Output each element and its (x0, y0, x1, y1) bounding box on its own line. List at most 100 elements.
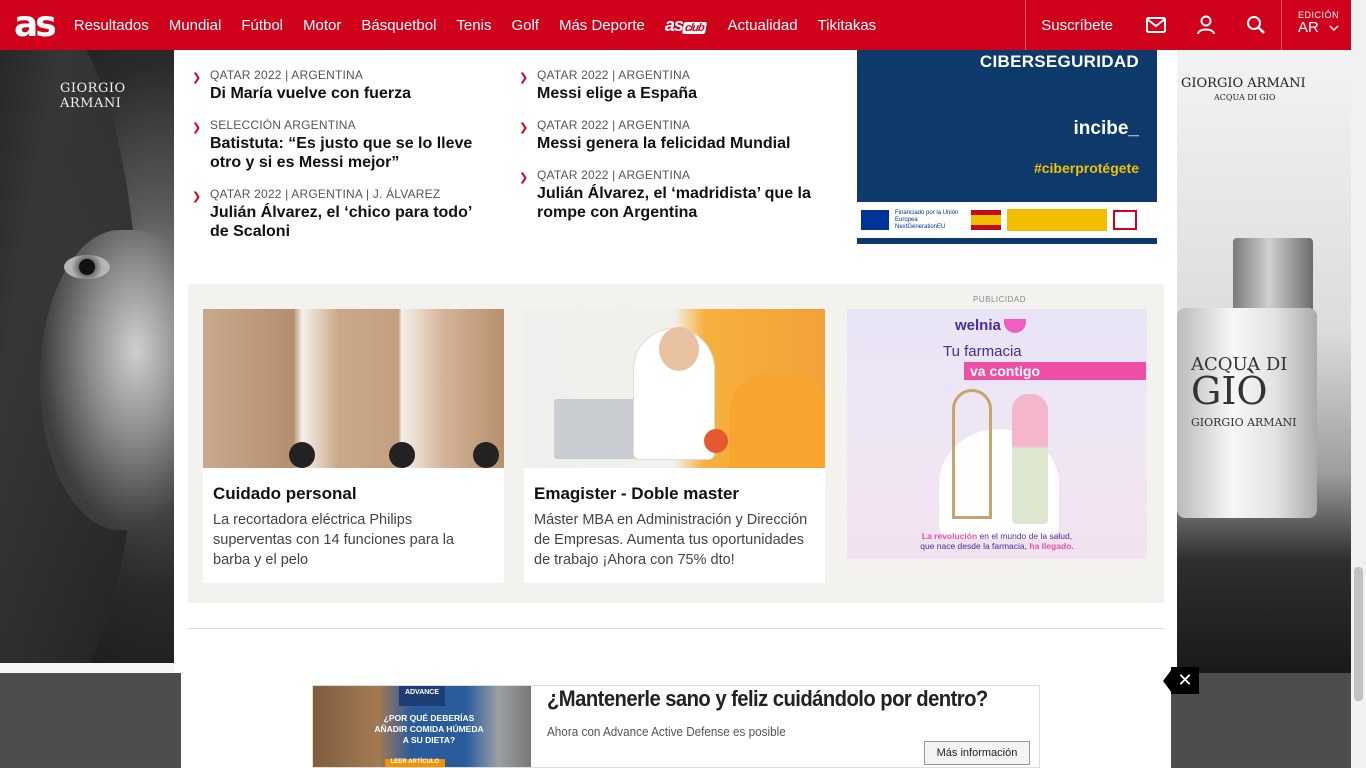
chevron-right-icon: ❯ (192, 122, 202, 134)
advance-badge: ADVANCE (399, 686, 445, 706)
welnia-footer-a: La revolución (921, 531, 978, 541)
news-headline[interactable]: Messi genera la felicidad Mundial (537, 134, 819, 153)
bottle-text-2: GIÒ (1191, 369, 1268, 413)
chevron-right-icon: ❯ (519, 122, 529, 134)
ministry-logo (1007, 209, 1107, 231)
chevron-right-icon: ❯ (519, 172, 529, 184)
promo-description: La recortadora eléctrica Philips superve… (213, 512, 455, 568)
edition-value: AR (1298, 19, 1351, 36)
news-headline[interactable]: Julián Álvarez, el ‘chico para todo’ de … (210, 203, 492, 241)
right-skin-subbrand: ACQUA DI GIO (1214, 93, 1276, 102)
promo-title[interactable]: Emagister - Doble master (534, 484, 815, 504)
edition-selector[interactable]: EDICIÓN AR (1281, 0, 1351, 50)
welnia-brand-text: welnia (955, 317, 1001, 334)
advance-read-article[interactable]: LEER ARTÍCULO (385, 759, 445, 767)
promo-card[interactable]: Cuidado personal La recortadora eléctric… (203, 309, 504, 583)
news-kicker: QATAR 2022 | ARGENTINA (537, 168, 691, 182)
chevron-right-icon: ❯ (192, 191, 202, 203)
perfume-bottle: ACQUA DI GIÒ GIORGIO ARMANI (1177, 308, 1317, 518)
face-icon (389, 442, 415, 468)
right-skin-brand: GIORGIO ARMANI (1181, 76, 1306, 91)
nav-actualidad[interactable]: Actualidad (728, 17, 798, 34)
promo-image-shaving[interactable] (203, 309, 504, 468)
nav-futbol[interactable]: Fútbol (241, 17, 283, 34)
recovery-plan-logo (1113, 210, 1137, 230)
welnia-heart-icon (1003, 319, 1026, 334)
mail-icon[interactable] (1131, 0, 1181, 50)
bottle-text-3: GIORGIO ARMANI (1191, 416, 1297, 429)
close-icon[interactable]: ✕ (1171, 667, 1199, 694)
welnia-line-1: Tu farmacia (943, 343, 1022, 360)
news-item[interactable]: ❯ QATAR 2022 | ARGENTINA Messi elige a E… (519, 68, 819, 103)
page-scrollbar[interactable] (1351, 0, 1366, 768)
chevron-right-icon: ❯ (192, 72, 202, 84)
welnia-footer-d: ha llegado. (1029, 541, 1074, 551)
top-navigation-bar: as Resultados Mundial Fútbol Motor Básqu… (0, 0, 1351, 50)
promo-title[interactable]: Cuidado personal (213, 484, 494, 504)
news-item[interactable]: ❯ SELECCIÓN ARGENTINA Batistuta: “Es jus… (192, 118, 492, 172)
nav-mas-deporte[interactable]: Más Deporte (559, 17, 645, 34)
news-kicker: QATAR 2022 | ARGENTINA (537, 68, 691, 82)
spain-flag-icon (971, 210, 1001, 230)
advance-question: ¿POR QUÉ DEBERÍAS AÑADIR COMIDA HÚMEDA A… (374, 713, 484, 745)
as-club-logo[interactable]: asclub (664, 14, 707, 36)
as-club-logo-text: as (664, 14, 684, 35)
section-divider (188, 628, 1164, 629)
news-item[interactable]: ❯ QATAR 2022 | ARGENTINA Julián Álvarez,… (519, 168, 819, 222)
promo-card[interactable]: Emagister - Doble master Máster MBA en A… (524, 309, 825, 583)
welnia-line-2: va contigo (964, 362, 1146, 380)
news-headline[interactable]: Messi elige a España (537, 84, 819, 103)
main-content: ❯ QATAR 2022 | ARGENTINA Di María vuelve… (174, 50, 1177, 673)
promo-image-nutritionist[interactable] (524, 309, 825, 468)
right-skin-ad[interactable]: GIORGIO ARMANI ACQUA DI GIO ACQUA DI GIÒ… (1177, 50, 1351, 673)
edition-code: AR (1298, 19, 1319, 36)
main-nav: Resultados Mundial Fútbol Motor Básquetb… (74, 0, 896, 50)
scrollbar-thumb[interactable] (1354, 567, 1363, 701)
advance-headline[interactable]: ¿Mantenerle sano y feliz cuidándolo por … (547, 686, 988, 712)
incibe-ad[interactable]: CIBERSEGURIDAD incibe_ #ciberprotégete F… (857, 50, 1157, 244)
more-info-button[interactable]: Más información (924, 741, 1030, 765)
news-headline[interactable]: Di María vuelve con fuerza (210, 84, 492, 103)
news-headline[interactable]: Batistuta: “Es justo que se lo lleve otr… (210, 134, 492, 172)
funding-logos-strip: Financiado por la Unión Europea NextGene… (857, 202, 1157, 244)
advance-subtext: Ahora con Advance Active Defense es posi… (547, 724, 786, 739)
advance-ad[interactable]: ADVANCE ¿POR QUÉ DEBERÍAS AÑADIR COMIDA … (312, 685, 1040, 768)
ad-figure-eye (64, 255, 110, 279)
welnia-footer-b: en el mundo de la salud, (977, 531, 1073, 541)
promo-description: Máster MBA en Administración y Dirección… (534, 512, 808, 568)
nav-tenis[interactable]: Tenis (456, 17, 491, 34)
advance-ad-image[interactable]: ADVANCE ¿POR QUÉ DEBERÍAS AÑADIR COMIDA … (313, 686, 531, 767)
welnia-ad[interactable]: welnia Tu farmacia va contigo La revoluc… (847, 309, 1147, 559)
welnia-logo: welnia (955, 317, 1026, 334)
news-item[interactable]: ❯ QATAR 2022 | ARGENTINA | J. ÁLVAREZ Ju… (192, 187, 492, 241)
nav-motor[interactable]: Motor (303, 17, 341, 34)
nav-resultados[interactable]: Resultados (74, 17, 149, 34)
incibe-ad-title: CIBERSEGURIDAD (979, 52, 1139, 71)
news-kicker: QATAR 2022 | ARGENTINA (537, 118, 691, 132)
incibe-hashtag: #ciberprotégete (1033, 160, 1139, 176)
welnia-footer: La revolución en el mundo de la salud, q… (847, 531, 1147, 551)
news-item[interactable]: ❯ QATAR 2022 | ARGENTINA Messi genera la… (519, 118, 819, 153)
patient-figure (729, 374, 825, 468)
advertising-label: PUBLICIDAD (973, 295, 1027, 304)
mirror-illustration (952, 389, 992, 519)
news-kicker: SELECCIÓN ARGENTINA (210, 118, 356, 132)
nav-tikitakas[interactable]: Tikitakas (818, 17, 877, 34)
left-skin-ad[interactable]: GIORGIO ARMANI (0, 50, 174, 663)
news-kicker: QATAR 2022 | ARGENTINA | J. ÁLVAREZ (210, 187, 441, 201)
torso-icon (473, 442, 499, 468)
nav-mundial[interactable]: Mundial (169, 17, 222, 34)
incibe-logo: incibe_ (1073, 118, 1139, 139)
search-icon[interactable] (1231, 0, 1281, 50)
news-column-left: ❯ QATAR 2022 | ARGENTINA Di María vuelve… (192, 68, 492, 256)
woman-illustration (1012, 394, 1048, 524)
fruit (704, 429, 728, 453)
news-item[interactable]: ❯ QATAR 2022 | ARGENTINA Di María vuelve… (192, 68, 492, 103)
club-tag: club (681, 21, 707, 34)
news-headline[interactable]: Julián Álvarez, el ‘madridista’ que la r… (537, 184, 819, 222)
as-logo[interactable]: as (14, 7, 57, 43)
nav-golf[interactable]: Golf (511, 17, 539, 34)
nav-basquetbol[interactable]: Básquetbol (361, 17, 436, 34)
user-icon[interactable] (1181, 0, 1231, 50)
subscribe-link[interactable]: Suscríbete (1025, 0, 1131, 50)
